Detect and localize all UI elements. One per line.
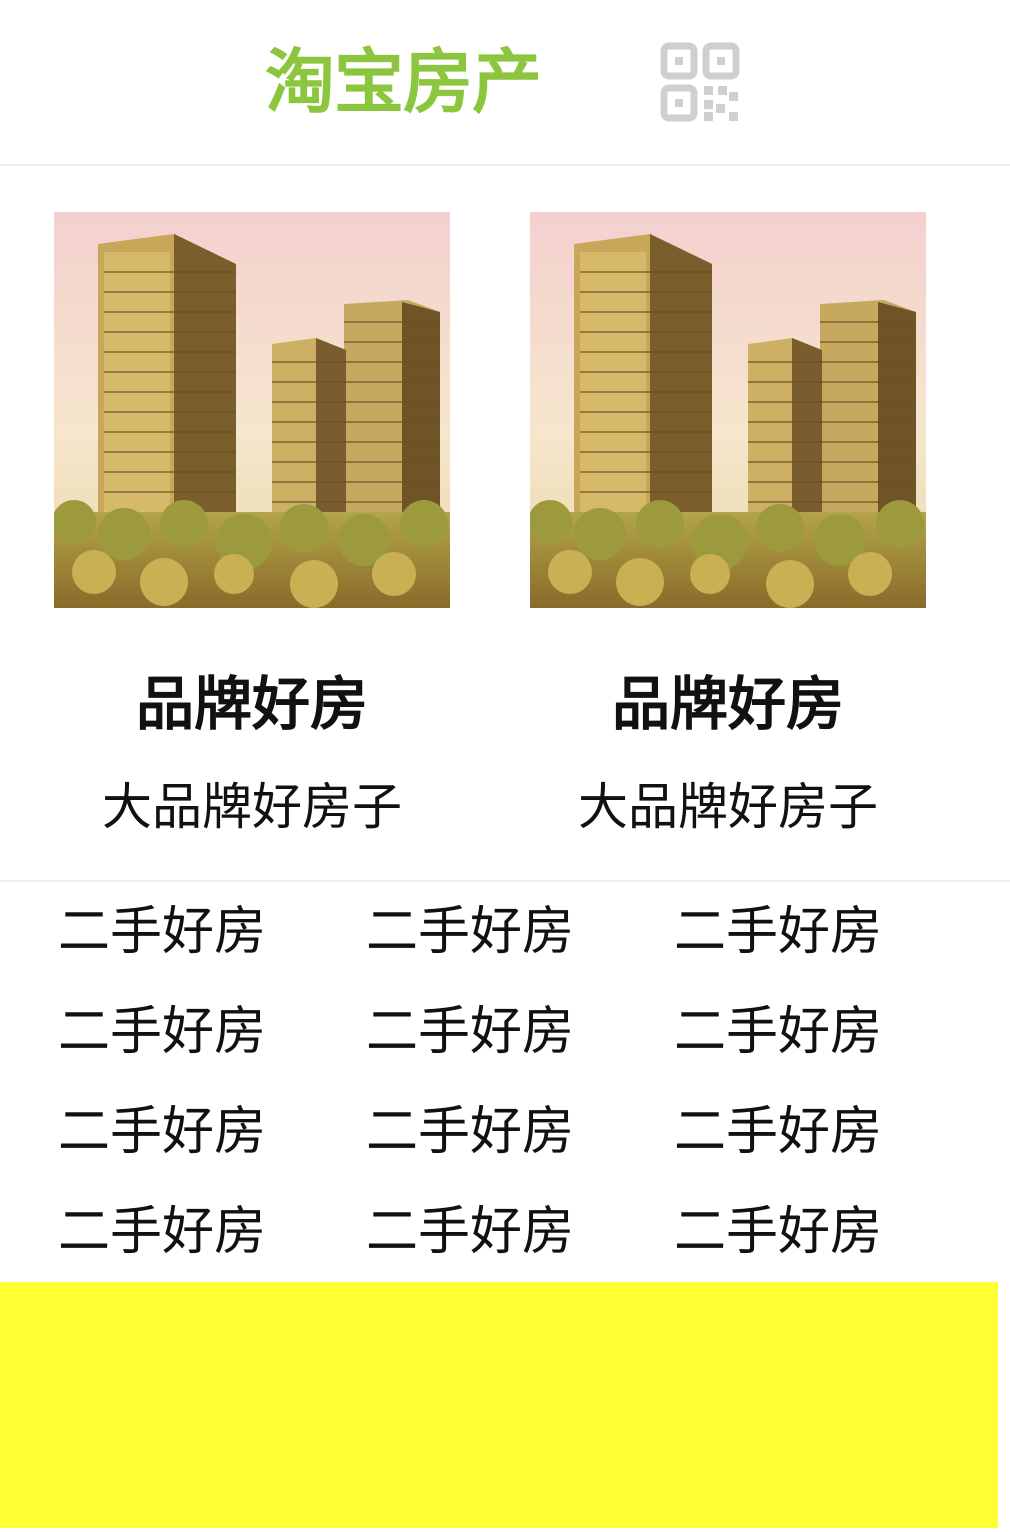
card-title[interactable]: 品牌好房 bbox=[34, 668, 470, 740]
building-photo[interactable] bbox=[54, 212, 450, 608]
link-item[interactable]: 二手好房 bbox=[674, 882, 934, 982]
qr-code-icon[interactable] bbox=[660, 42, 740, 122]
link-item[interactable]: 二手好房 bbox=[58, 1182, 318, 1282]
link-item[interactable]: 二手好房 bbox=[366, 882, 626, 982]
featured-card[interactable]: 品牌好房 大品牌好房子 bbox=[530, 166, 926, 880]
link-item[interactable]: 二手好房 bbox=[366, 1082, 626, 1182]
link-item[interactable]: 二手好房 bbox=[674, 982, 934, 1082]
second-hand-links: 二手好房 二手好房 二手好房 二手好房 二手好房 二手好房 二手好房 二手好房 … bbox=[0, 882, 1010, 1282]
link-item[interactable]: 二手好房 bbox=[674, 1182, 934, 1282]
link-item[interactable]: 二手好房 bbox=[366, 982, 626, 1082]
link-item[interactable]: 二手好房 bbox=[366, 1182, 626, 1282]
building-photo[interactable] bbox=[530, 212, 926, 608]
link-item[interactable]: 二手好房 bbox=[674, 1082, 934, 1182]
footer-banner bbox=[0, 1282, 998, 1528]
card-subtitle: 大品牌好房子 bbox=[102, 778, 402, 836]
featured-cards: 品牌好房 大品牌好房子 品牌好房 大品牌好房子 bbox=[0, 166, 1010, 880]
taobao-house-logo[interactable]: 淘宝房产 bbox=[265, 40, 542, 124]
featured-card[interactable]: 品牌好房 大品牌好房子 bbox=[54, 166, 450, 880]
card-title[interactable]: 品牌好房 bbox=[510, 668, 946, 740]
link-item[interactable]: 二手好房 bbox=[58, 882, 318, 982]
link-item[interactable]: 二手好房 bbox=[58, 1082, 318, 1182]
link-item[interactable]: 二手好房 bbox=[58, 982, 318, 1082]
card-subtitle: 大品牌好房子 bbox=[578, 778, 878, 836]
header: 淘宝房产 bbox=[0, 0, 1010, 166]
